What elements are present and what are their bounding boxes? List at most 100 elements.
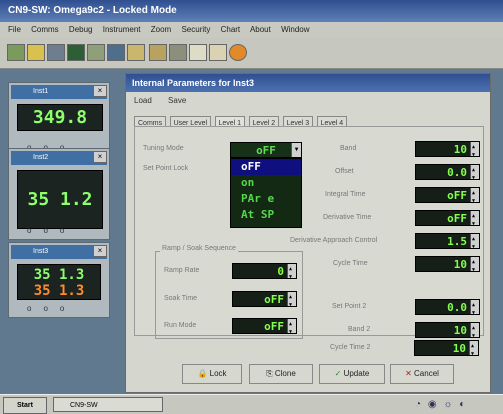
open-icon[interactable] (7, 44, 25, 61)
integral-time-field[interactable]: oFF (415, 185, 480, 209)
spin-icon[interactable] (470, 208, 479, 232)
controller-icon[interactable] (47, 44, 65, 61)
chart-icon[interactable] (87, 44, 105, 61)
system-tray: ◔ ◉ ☼ ◐ (415, 397, 497, 412)
ramp-rate-label: Ramp Rate (164, 267, 200, 274)
taskbar: Start CN9-SW ◔ ◉ ☼ ◐ (0, 394, 503, 414)
spin-icon[interactable] (470, 139, 479, 163)
omega-logo-icon[interactable] (229, 44, 247, 61)
menu-instrument[interactable]: Instrument (103, 25, 141, 34)
menu-debug[interactable]: Debug (69, 25, 93, 34)
cycle-time-field[interactable]: 10 (415, 254, 480, 278)
menu-zoom[interactable]: Zoom (151, 25, 171, 34)
cycle-time-label: Cycle Time (333, 260, 368, 267)
band-2-label: Band 2 (348, 326, 371, 333)
instrument-buttons: ooo (27, 304, 77, 313)
menu-comms[interactable]: Comms (31, 25, 59, 34)
spin-icon[interactable] (287, 289, 296, 313)
spin-icon[interactable] (470, 320, 479, 344)
app-title-bar: CN9-SW: Omega9c2 - Locked Mode (0, 0, 503, 22)
tray-icon[interactable]: ◐ (459, 399, 467, 410)
integral-time-label: Integral Time (325, 191, 366, 198)
offset-field[interactable]: 0.0 (415, 162, 480, 186)
tray-icon[interactable]: ☼ (443, 399, 454, 410)
save-menu[interactable]: Save (168, 96, 186, 105)
instrument-display: 349.8 (17, 104, 103, 131)
spin-icon[interactable] (470, 254, 479, 278)
band-field[interactable]: 10 (415, 139, 480, 163)
spin-icon[interactable] (470, 297, 479, 321)
close-icon[interactable]: × (93, 245, 107, 257)
display-icon[interactable] (67, 44, 85, 61)
update-button[interactable]: ✓ Update (319, 364, 385, 384)
toolbar (0, 38, 503, 69)
clone-button[interactable]: ⎘ Clone (249, 364, 313, 384)
spin-icon[interactable] (287, 261, 296, 285)
set-point-lock-label: Set Point Lock (143, 165, 189, 172)
derivative-approach-control-field[interactable]: 1.5 (415, 231, 480, 255)
chevron-down-icon[interactable]: ▼ (291, 143, 301, 157)
close-icon[interactable]: × (93, 151, 107, 163)
taskbar-app-button[interactable]: CN9-SW (53, 397, 163, 412)
soak-time-field[interactable]: oFF (232, 289, 297, 313)
spin-icon[interactable] (469, 338, 478, 362)
spin-icon[interactable] (470, 231, 479, 255)
tools-icon[interactable] (169, 44, 187, 61)
instrument-card-3[interactable]: Inst3 × 35 1.3 35 1.3 ooo (8, 242, 110, 318)
tuning-option[interactable]: PAr e (231, 191, 301, 207)
offset-label: Offset (335, 168, 354, 175)
cancel-button[interactable]: ✕ Cancel (390, 364, 454, 384)
cycle-time-2-label: Cycle Time 2 (330, 344, 371, 351)
set-point-2-field[interactable]: 0.0 (415, 297, 480, 321)
instrument-card-1[interactable]: Inst1 × 349.8 ooo (8, 82, 110, 157)
chart-icon[interactable] (149, 44, 167, 61)
close-icon[interactable]: × (93, 85, 107, 97)
tuning-mode-options: oFF on PAr e At SP (230, 158, 302, 228)
spin-icon[interactable] (470, 185, 479, 209)
close-icon: ✕ (405, 369, 412, 378)
menu-window[interactable]: Window (281, 25, 309, 34)
chart-icon[interactable] (209, 44, 227, 61)
band-2-field[interactable]: 10 (415, 320, 480, 344)
dialog-title: Internal Parameters for Inst3 (126, 74, 490, 92)
ramp-soak-group-title: Ramp / Soak Sequence (160, 245, 238, 252)
tuning-option[interactable]: on (231, 175, 301, 191)
level-1-panel: Tuning Mode oFF ▼ Set Point Lock oFF on … (134, 126, 484, 344)
cycle-time-2-field[interactable]: 10 (414, 338, 479, 362)
tuning-mode-select[interactable]: oFF ▼ (230, 142, 302, 158)
tuning-option[interactable]: At SP (231, 207, 301, 223)
run-mode-field[interactable]: oFF (232, 316, 297, 340)
spin-icon[interactable] (287, 316, 296, 340)
document-icon[interactable] (127, 44, 145, 61)
soak-time-label: Soak Time (164, 295, 198, 302)
display-bottom: 35 1.3 (33, 283, 85, 299)
ramp-soak-group: Ramp / Soak Sequence Ramp Rate 0 Soak Ti… (155, 245, 303, 340)
dialog-menu: Load Save (134, 96, 200, 105)
menu-file[interactable]: File (8, 25, 21, 34)
menu-chart[interactable]: Chart (221, 25, 241, 34)
tray-icon[interactable]: ◔ (415, 399, 423, 410)
lock-button[interactable]: 🔒 Lock (182, 364, 242, 384)
sun-icon[interactable] (27, 44, 45, 61)
spin-icon[interactable] (470, 162, 479, 186)
band-label: Band (340, 145, 357, 152)
grid-icon[interactable] (107, 44, 125, 61)
grid-icon[interactable] (189, 44, 207, 61)
tuning-option[interactable]: oFF (231, 159, 301, 175)
tray-icon[interactable]: ◉ (428, 399, 439, 410)
app-title: CN9-SW: Omega9c2 - Locked Mode (8, 5, 177, 16)
lock-icon: 🔒 (197, 369, 208, 378)
load-menu[interactable]: Load (134, 96, 152, 105)
derivative-approach-control-label: Derivative Approach Control (290, 237, 378, 244)
instrument-buttons: ooo (27, 226, 77, 235)
internal-parameters-dialog: Internal Parameters for Inst3 Load Save … (125, 73, 491, 393)
start-button[interactable]: Start (3, 397, 47, 414)
instrument-card-2[interactable]: Inst2 × 35 1.2 ooo (8, 148, 110, 240)
menu-about[interactable]: About (250, 25, 271, 34)
derivative-time-field[interactable]: oFF (415, 208, 480, 232)
menu-security[interactable]: Security (181, 25, 210, 34)
menu-bar: File Comms Debug Instrument Zoom Securit… (0, 22, 503, 38)
run-mode-label: Run Mode (164, 322, 197, 329)
derivative-time-label: Derivative Time (323, 214, 372, 221)
ramp-rate-field[interactable]: 0 (232, 261, 297, 285)
